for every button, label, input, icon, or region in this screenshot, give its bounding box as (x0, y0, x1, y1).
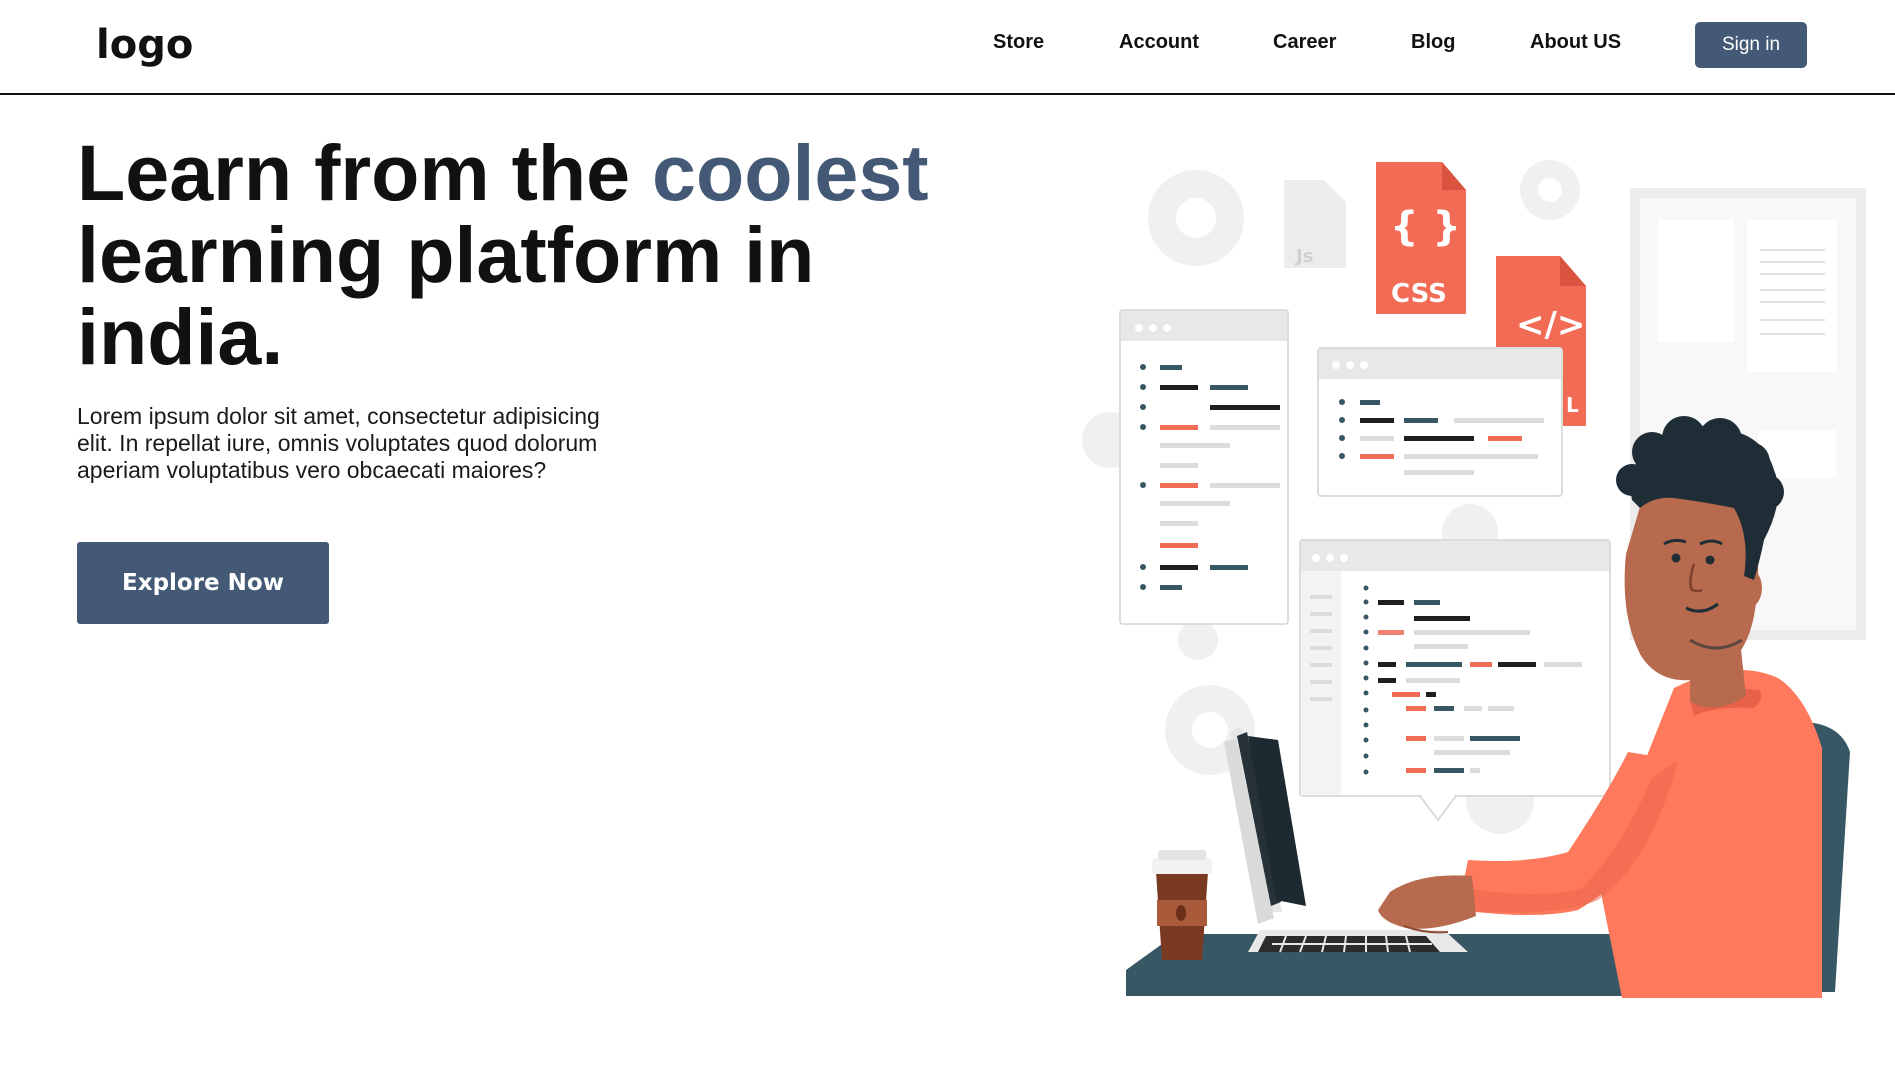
svg-text:L: L (1566, 393, 1579, 417)
nav-link-career[interactable]: Career (1273, 31, 1336, 54)
svg-text:CSS: CSS (1391, 279, 1447, 309)
svg-text:Js: Js (1294, 246, 1313, 267)
coffee-cup-icon (1152, 850, 1212, 960)
nav-link-account[interactable]: Account (1119, 31, 1199, 54)
nav-links: Store Account Career Blog About US (0, 31, 1895, 61)
js-file-icon: Js (1284, 180, 1346, 268)
hero-illustration: Js { } CSS </> L (1060, 140, 1895, 1020)
nav-link-about-us[interactable]: About US (1530, 31, 1621, 54)
hero-title-accent: coolest (652, 128, 929, 217)
code-window-left (1119, 309, 1289, 625)
hero-title: Learn from the coolest learning platform… (77, 132, 1037, 378)
explore-now-button[interactable]: Explore Now (77, 542, 329, 624)
svg-text:{ }: { } (1390, 204, 1461, 250)
hero-title-end: learning platform in india. (77, 210, 815, 381)
navbar: logo Store Account Career Blog About US … (0, 0, 1895, 95)
hero-description: Lorem ipsum dolor sit amet, consectetur … (77, 403, 600, 483)
nav-link-blog[interactable]: Blog (1411, 31, 1455, 54)
css-file-icon: { } CSS (1376, 162, 1466, 314)
code-window-middle (1317, 347, 1563, 497)
svg-text:</>: </> (1516, 305, 1585, 345)
code-window-main (1299, 539, 1611, 822)
sign-in-button[interactable]: Sign in (1695, 22, 1807, 68)
nav-link-store[interactable]: Store (993, 31, 1044, 54)
developer-illustration: Js { } CSS </> L (1082, 160, 1866, 998)
hero-title-start: Learn from the (77, 128, 653, 217)
